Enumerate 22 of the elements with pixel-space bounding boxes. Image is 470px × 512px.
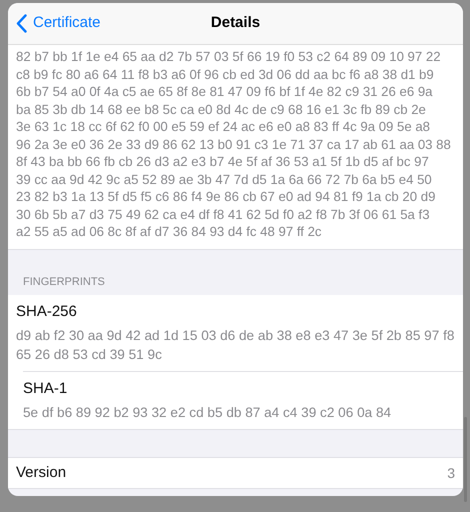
chevron-left-icon xyxy=(16,14,27,33)
hex-text-line: 96 2a 3e e0 36 2e 33 d9 86 62 13 b0 91 c3 1e 71 37 ca 17 ab 61 aa 03 88 xyxy=(16,136,452,153)
fingerprint-value: 5e df b6 89 92 b2 93 32 e2 cd b5 db 87 a4 c4 39 c2 06 0a 84 xyxy=(23,404,392,422)
hex-text-line: 23 82 b3 1a 13 5f d5 f5 c6 86 f4 9e 86 cb 67 e0 ad 94 81 f9 1a cb 20 d9 xyxy=(16,188,436,206)
version-label: Version xyxy=(16,462,66,483)
hex-text-line: 39 cc aa 9d 42 9c a5 52 89 ae 3b 47 7d d5 1a 6a 66 72 7b 6a b5 e4 50 xyxy=(16,170,433,188)
hex-text-line: c8 b9 fc 80 a6 64 11 f8 b3 a6 0f 96 cb ed 3d 06 dd aa bc f6 a8 38 d1 b9 xyxy=(16,66,435,83)
fingerprint-value: 65 26 d8 53 cd 39 51 9c xyxy=(16,346,163,364)
hex-text-line: 8f 43 ba bb 66 fb cb 26 d3 a2 e3 b7 4e 5f af 36 53 a1 5f 1b d5 af bc 97 xyxy=(16,153,430,170)
hex-text-line: 3e 63 1c 18 cc 6f 62 f0 00 e5 59 ef 24 ac e6 e0 a8 83 ff 4c 9a 09 5e a8 xyxy=(16,118,432,136)
fingerprint-label: SHA-256 xyxy=(16,302,78,322)
fingerprint-label: SHA-1 xyxy=(23,379,68,399)
hex-text-line: a2 55 a5 ad 06 8c 8f af d7 36 84 93 d4 fc 48 97 ff 2c xyxy=(16,223,323,240)
nav-title: Details xyxy=(210,13,260,34)
back-button[interactable]: Certificate xyxy=(16,12,101,34)
fingerprint-value: d9 ab f2 30 aa 9d 42 ad 1d 15 03 d6 de ab 38 e8 e3 47 3e 5f 2b 85 97 f8 xyxy=(16,327,456,345)
section-header: FINGERPRINTS xyxy=(22,274,106,290)
hex-text-line: 30 6b 5b a7 d3 75 49 62 ca e4 df f8 41 62 5d f0 a2 f8 7b 3f 06 61 5a f3 xyxy=(16,206,431,223)
hex-text-line: 82 b7 bb 1f 1e e4 65 aa d2 7b 57 03 5f 66 19 f0 53 c2 64 89 09 10 97 22 xyxy=(16,48,442,66)
hex-text-line: ba 85 3b db 14 68 ee b8 5c ca e0 8d 4c de c9 68 16 e1 3c fb 89 cb 2e xyxy=(16,100,427,118)
version-value: 3 xyxy=(447,464,455,482)
hex-text-line: 6b b7 54 a0 0f 4a c5 ae 65 8f 8e 81 47 09 f6 bf 1f 4e 82 c9 31 26 e6 9a xyxy=(16,83,434,100)
